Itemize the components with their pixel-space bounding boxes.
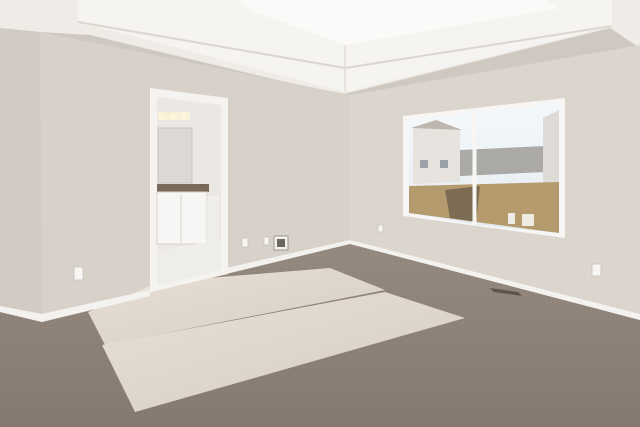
wall-left bbox=[0, 28, 42, 322]
light-bulb bbox=[159, 114, 165, 120]
wall-outlet bbox=[377, 224, 384, 233]
bedroom-photo bbox=[0, 0, 640, 427]
vanity-counter bbox=[157, 184, 209, 192]
neighbor-house-right bbox=[543, 110, 559, 186]
bathroom-mirror bbox=[157, 127, 193, 184]
wall-outlet bbox=[73, 266, 84, 281]
wall-outlet bbox=[241, 237, 249, 248]
neighbor-house bbox=[413, 128, 460, 184]
vanity-cabinet bbox=[156, 191, 208, 245]
wall-outlet bbox=[263, 236, 270, 246]
light-bulb bbox=[181, 114, 187, 120]
wall-outlet bbox=[591, 263, 602, 277]
light-bulb bbox=[170, 114, 176, 120]
room-illustration bbox=[0, 0, 640, 427]
